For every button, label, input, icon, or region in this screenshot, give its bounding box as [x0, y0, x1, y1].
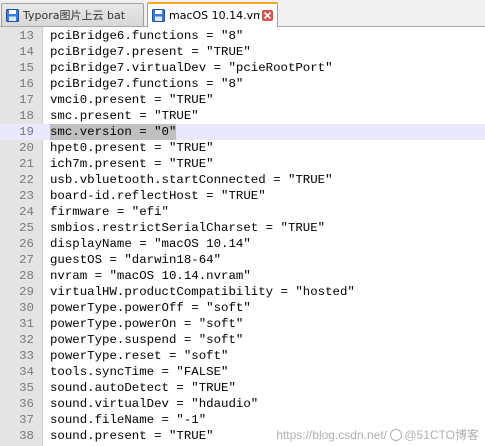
- line-text[interactable]: board-id.reflectHost = "TRUE": [50, 188, 266, 204]
- save-disk-icon: [152, 9, 165, 22]
- line-text[interactable]: nvram = "macOS 10.14.nvram": [50, 268, 251, 284]
- tab-typora-bat[interactable]: Typora图片上云 bat: [1, 3, 144, 26]
- editor-line[interactable]: 16 pciBridge7.functions = "8": [0, 76, 485, 92]
- line-number: 23: [19, 189, 34, 203]
- line-number: 31: [19, 317, 34, 331]
- line-text[interactable]: powerType.powerOn = "soft": [50, 316, 243, 332]
- editor-line[interactable]: 33 powerType.reset = "soft": [0, 348, 485, 364]
- tab-macos-vmx[interactable]: macOS 10.14.vmx: [147, 2, 278, 27]
- line-text[interactable]: hpet0.present = "TRUE": [50, 140, 214, 156]
- line-text[interactable]: ich7m.present = "TRUE": [50, 156, 214, 172]
- line-number: 27: [19, 253, 34, 267]
- line-number: 36: [19, 397, 34, 411]
- line-number: 18: [19, 109, 34, 123]
- line-number: 34: [19, 365, 34, 379]
- editor-line[interactable]: 22 usb.vbluetooth.startConnected = "TRUE": [0, 172, 485, 188]
- line-number: 30: [19, 301, 34, 315]
- line-number: 21: [19, 157, 34, 171]
- line-number: 16: [19, 77, 34, 91]
- line-number: 25: [19, 221, 34, 235]
- line-number: 29: [19, 285, 34, 299]
- line-number: 20: [19, 141, 34, 155]
- editor-line[interactable]: 21 ich7m.present = "TRUE": [0, 156, 485, 172]
- line-text[interactable]: smc.present = "TRUE": [50, 108, 199, 124]
- tab-label: Typora图片上云 bat: [23, 9, 126, 22]
- notepad-plus-plus-window: Typora图片上云 bat macOS 10.14.vmx 13 pciBrid…: [0, 0, 485, 446]
- editor-lines: 13 pciBridge6.functions = "8" 14 pciBridge7…: [0, 28, 485, 444]
- editor-line[interactable]: 15 pciBridge7.virtualDev = "pcieRootPort": [0, 60, 485, 76]
- editor-line[interactable]: 32 powerType.suspend = "soft": [0, 332, 485, 348]
- line-text[interactable]: virtualHW.productCompatibility = "hosted…: [50, 284, 355, 300]
- line-text[interactable]: pciBridge6.functions = "8": [50, 28, 243, 44]
- editor-line[interactable]: 17 vmci0.present = "TRUE": [0, 92, 485, 108]
- tab-label: macOS 10.14.vmx: [169, 9, 260, 22]
- save-disk-icon: [6, 8, 19, 22]
- line-number: 19: [19, 125, 34, 139]
- line-number: 28: [19, 269, 34, 283]
- line-number: 33: [19, 349, 34, 363]
- editor-line[interactable]: 20 hpet0.present = "TRUE": [0, 140, 485, 156]
- line-text[interactable]: smbios.restrictSerialCharset = "TRUE": [50, 220, 325, 236]
- watermark-brand: @51CTO博客: [404, 428, 479, 442]
- close-icon[interactable]: [262, 10, 273, 21]
- line-text[interactable]: sound.autoDetect = "TRUE": [50, 380, 236, 396]
- line-number: 13: [19, 29, 34, 43]
- editor-line[interactable]: 24 firmware = "efi": [0, 204, 485, 220]
- editor-line[interactable]: 25 smbios.restrictSerialCharset = "TRUE": [0, 220, 485, 236]
- line-number: 26: [19, 237, 34, 251]
- text-editor[interactable]: 13 pciBridge6.functions = "8" 14 pciBridge7…: [0, 27, 485, 446]
- line-text[interactable]: vmci0.present = "TRUE": [50, 92, 214, 108]
- line-text[interactable]: displayName = "macOS 10.14": [50, 236, 251, 252]
- line-text[interactable]: usb.vbluetooth.startConnected = "TRUE": [50, 172, 333, 188]
- line-number: 37: [19, 413, 34, 427]
- line-text[interactable]: powerType.powerOff = "soft": [50, 300, 251, 316]
- line-number: 32: [19, 333, 34, 347]
- line-number: 24: [19, 205, 34, 219]
- editor-line[interactable]: 14 pciBridge7.present = "TRUE": [0, 44, 485, 60]
- line-number: 38: [19, 429, 34, 443]
- editor-line[interactable]: 30 powerType.powerOff = "soft": [0, 300, 485, 316]
- editor-line[interactable]: 31 powerType.powerOn = "soft": [0, 316, 485, 332]
- line-text[interactable]: firmware = "efi": [50, 204, 169, 220]
- line-text[interactable]: pciBridge7.present = "TRUE": [50, 44, 251, 60]
- line-number: 15: [19, 61, 34, 75]
- editor-line[interactable]: 13 pciBridge6.functions = "8": [0, 28, 485, 44]
- line-text[interactable]: sound.fileName = "-1": [50, 412, 206, 428]
- editor-line[interactable]: 28 nvram = "macOS 10.14.nvram": [0, 268, 485, 284]
- watermark-url: https://blog.csdn.net/: [276, 428, 387, 442]
- editor-line[interactable]: 29 virtualHW.productCompatibility = "host…: [0, 284, 485, 300]
- watermark: https://blog.csdn.net/ @51CTO博客: [276, 426, 479, 443]
- line-number: 35: [19, 381, 34, 395]
- line-number: 17: [19, 93, 34, 107]
- cloud-logo-icon: [390, 429, 403, 441]
- editor-line[interactable]: 26 displayName = "macOS 10.14": [0, 236, 485, 252]
- line-text[interactable]: tools.syncTime = "FALSE": [50, 364, 228, 380]
- editor-line[interactable]: 18 smc.present = "TRUE": [0, 108, 485, 124]
- line-text[interactable]: sound.present = "TRUE": [50, 428, 214, 444]
- line-text[interactable]: pciBridge7.functions = "8": [50, 76, 243, 92]
- editor-line[interactable]: 27 guestOS = "darwin18-64": [0, 252, 485, 268]
- line-text[interactable]: guestOS = "darwin18-64": [50, 252, 221, 268]
- editor-line[interactable]: 36 sound.virtualDev = "hdaudio": [0, 396, 485, 412]
- line-text[interactable]: sound.virtualDev = "hdaudio": [50, 396, 258, 412]
- line-text[interactable]: powerType.reset = "soft": [50, 348, 228, 364]
- editor-line[interactable]: 35 sound.autoDetect = "TRUE": [0, 380, 485, 396]
- editor-line[interactable]: 23 board-id.reflectHost = "TRUE": [0, 188, 485, 204]
- editor-line[interactable]: 34 tools.syncTime = "FALSE": [0, 364, 485, 380]
- tab-bar: Typora图片上云 bat macOS 10.14.vmx: [0, 0, 485, 27]
- line-number: 22: [19, 173, 34, 187]
- editor-line[interactable]: 19 smc.version = "0": [0, 124, 485, 140]
- line-text[interactable]: powerType.suspend = "soft": [50, 332, 243, 348]
- line-number: 14: [19, 45, 34, 59]
- line-text[interactable]: pciBridge7.virtualDev = "pcieRootPort": [50, 60, 333, 76]
- selected-line-text[interactable]: smc.version = "0": [50, 124, 177, 140]
